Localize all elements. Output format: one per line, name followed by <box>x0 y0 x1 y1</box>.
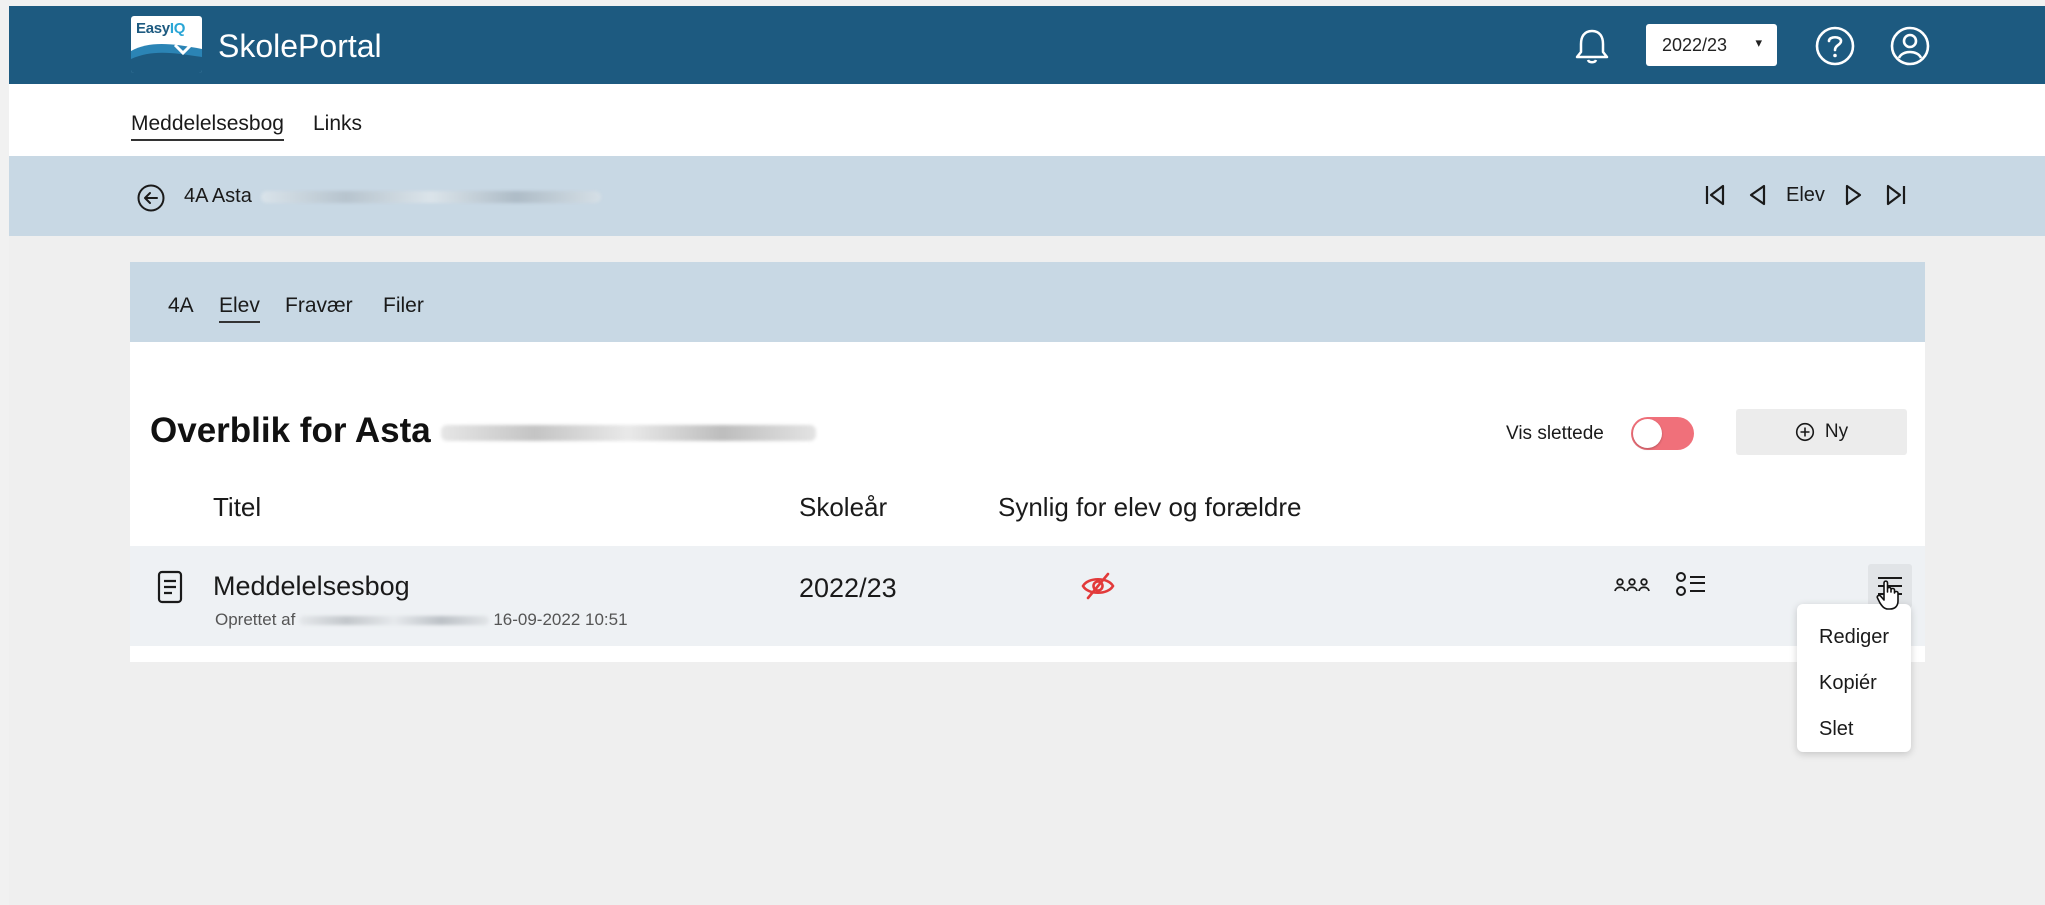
tab-fravaer[interactable]: Fravær <box>285 294 353 318</box>
school-year-value: 2022/23 <box>1662 35 1728 55</box>
overview-card: Overblik for Asta Vis slettede Ny Titel … <box>130 342 1925 662</box>
row-meta-prefix: Oprettet af <box>215 610 296 629</box>
chevron-down-icon: ▾ <box>1755 35 1762 50</box>
tab-class[interactable]: 4A <box>168 294 194 318</box>
row-context-menu: Rediger Kopiér Slet <box>1797 604 1911 752</box>
redacted-author <box>299 616 490 626</box>
tab-elev[interactable]: Elev <box>219 294 260 323</box>
row-title[interactable]: Meddelelsesbog <box>213 571 410 602</box>
column-header-year: Skoleår <box>799 492 888 522</box>
next-icon[interactable] <box>1841 181 1867 209</box>
app-title: SkolePortal <box>218 28 382 64</box>
help-icon[interactable] <box>1814 25 1856 72</box>
show-deleted-label: Vis slettede <box>1506 423 1604 444</box>
nav-link-meddelelsesbog[interactable]: Meddelelsesbog <box>131 112 284 141</box>
bell-icon[interactable] <box>1573 26 1611 71</box>
hand-cursor-icon <box>1876 579 1902 616</box>
easyiq-logo[interactable]: EasyIQ <box>131 16 202 73</box>
last-icon[interactable] <box>1883 181 1909 209</box>
redacted-name <box>261 190 602 203</box>
school-year-select[interactable]: 2022/23 ▾ <box>1646 24 1777 66</box>
row-meta-date: 16-09-2022 10:51 <box>493 610 628 629</box>
eye-slash-icon <box>1080 571 1116 606</box>
new-button-label: Ny <box>1824 421 1849 442</box>
nav-link-links[interactable]: Links <box>313 112 362 136</box>
column-header-title: Titel <box>213 492 262 522</box>
new-button[interactable]: Ny <box>1736 409 1907 455</box>
menu-item-kopier[interactable]: Kopiér <box>1819 672 1877 695</box>
logo-wave-icon <box>131 39 202 73</box>
breadcrumb: 4A Asta <box>184 185 602 208</box>
prev-icon[interactable] <box>1744 181 1770 209</box>
pager-label: Elev <box>1786 183 1825 206</box>
student-pager: Elev <box>1702 180 1925 210</box>
plus-circle-icon <box>1795 422 1814 442</box>
first-icon[interactable] <box>1702 181 1728 209</box>
top-bar: EasyIQ SkolePortal 2022/23 ▾ <box>9 6 2045 84</box>
sub-navigation: Meddelelsesbog Links <box>9 84 2045 156</box>
menu-item-slet[interactable]: Slet <box>1819 718 1853 741</box>
column-header-visible: Synlig for elev og forældre <box>998 492 1302 522</box>
logo-text: EasyIQ <box>136 20 186 37</box>
card-tab-bar: 4A Elev Fravær Filer <box>130 262 1925 342</box>
breadcrumb-student: 4A Asta <box>184 185 252 207</box>
page-title-text: Overblik for Asta <box>150 411 431 450</box>
app-frame: EasyIQ SkolePortal 2022/23 ▾ Meddelelses… <box>9 6 2045 905</box>
redacted-name <box>440 424 816 441</box>
back-arrow-icon[interactable] <box>136 183 166 218</box>
tab-filer[interactable]: Filer <box>383 294 424 318</box>
show-deleted-toggle[interactable] <box>1631 417 1694 450</box>
toggle-knob <box>1633 419 1662 448</box>
document-icon <box>156 570 184 609</box>
row-year: 2022/23 <box>799 573 897 603</box>
checklist-icon[interactable] <box>1674 570 1708 605</box>
row-meta: Oprettet af 16-09-2022 10:51 <box>215 610 628 630</box>
page-title: Overblik for Asta <box>150 411 816 451</box>
user-icon[interactable] <box>1889 25 1931 72</box>
menu-item-rediger[interactable]: Rediger <box>1819 626 1889 649</box>
table-row[interactable]: Meddelelsesbog Oprettet af 16-09-2022 10:… <box>130 546 1925 646</box>
users-icon[interactable] <box>1614 576 1650 599</box>
breadcrumb-band: 4A Asta Elev <box>9 156 2045 236</box>
